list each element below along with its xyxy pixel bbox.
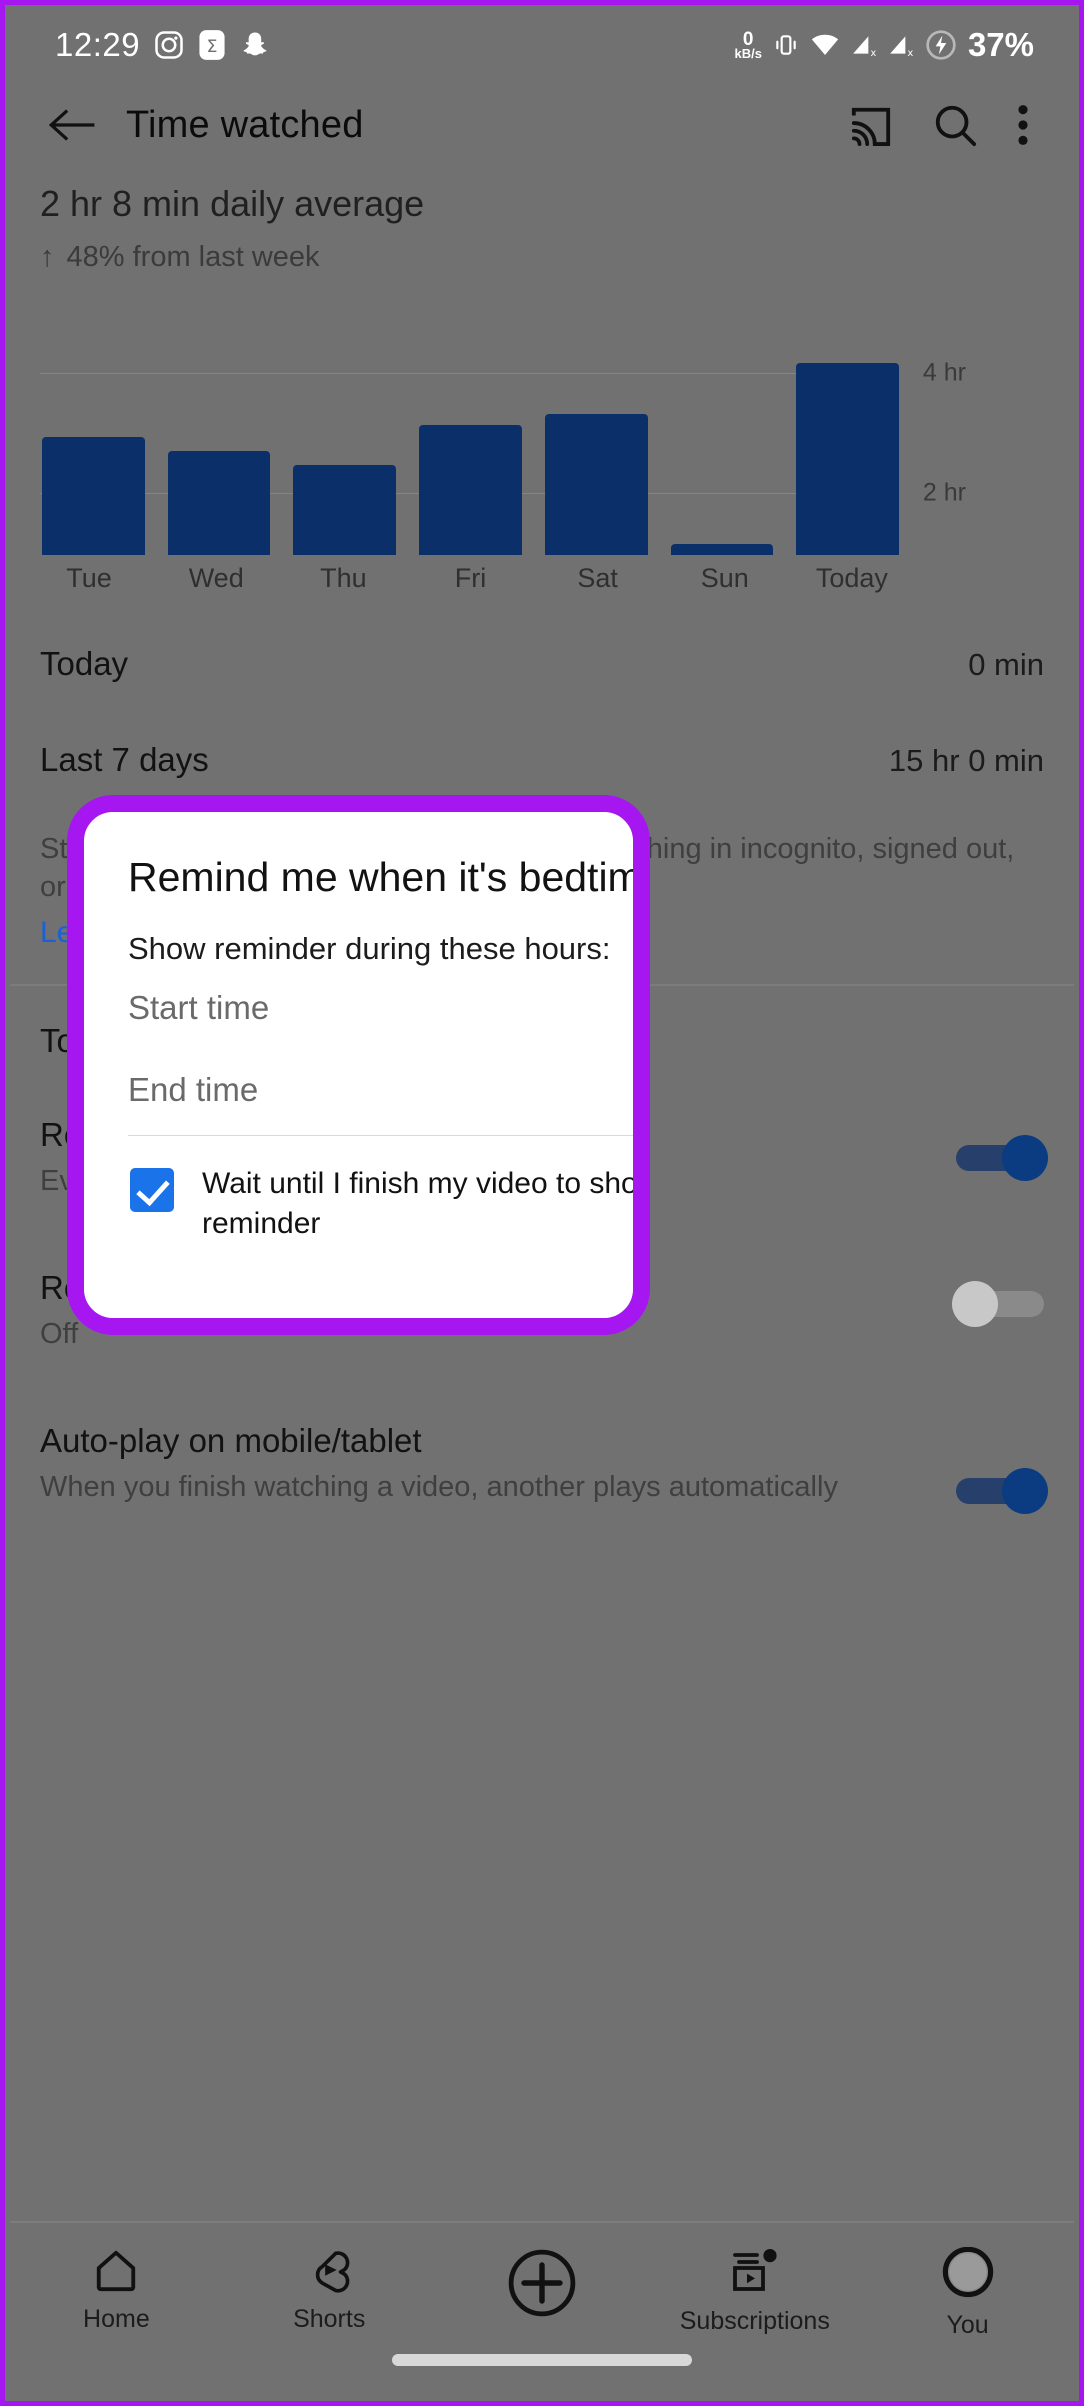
- autoplay-subtitle: When you finish watching a video, anothe…: [40, 1470, 838, 1503]
- data-rate-indicator: 0 kB/s: [734, 28, 762, 61]
- account-avatar-icon: [940, 2247, 996, 2299]
- trend-row: ↑ 48% from last week: [40, 241, 1074, 274]
- chart-bar: [293, 464, 397, 555]
- end-time-label: End time: [128, 1071, 259, 1108]
- status-bar-right: 0 kB/s x x 37%: [734, 26, 1034, 64]
- chart-x-label: Sat: [577, 563, 618, 593]
- dialog-title: Remind me when it's bedtime: [128, 854, 633, 900]
- battery-charging-icon: [925, 29, 957, 61]
- toggle-knob: [1002, 1467, 1048, 1514]
- dialog-subtitle: Show reminder during these hours:: [128, 931, 611, 966]
- chart-x-label: Today: [815, 563, 888, 593]
- start-time-row[interactable]: Start time 11:00 pm: [84, 967, 633, 1049]
- battery-percent: 37%: [967, 26, 1034, 63]
- bottom-navigation: Home Shorts Subscriptions You: [10, 2221, 1074, 2396]
- nav-item-shorts[interactable]: Shorts: [223, 2247, 436, 2334]
- status-bar-left: 12:29 Σ: [55, 26, 270, 64]
- chart-bar: [42, 436, 145, 555]
- bedtime-reminder-toggle[interactable]: [952, 1281, 1048, 1328]
- vibrate-icon: [773, 32, 799, 58]
- svg-text:x: x: [907, 48, 913, 58]
- autoplay-toggle[interactable]: [952, 1467, 1048, 1514]
- wifi-icon: [810, 32, 840, 58]
- wait-until-finish-checkbox[interactable]: [130, 1168, 174, 1212]
- more-options-icon[interactable]: [1016, 102, 1030, 148]
- today-row[interactable]: Today 0 min: [10, 617, 1074, 713]
- autoplay-title: Auto-play on mobile/tablet: [40, 1421, 422, 1459]
- home-indicator: [392, 2354, 692, 2366]
- cast-icon[interactable]: [848, 104, 894, 146]
- instagram-icon: [154, 30, 184, 60]
- chart-bar: [796, 363, 900, 555]
- page-title: Time watched: [126, 103, 364, 146]
- toggle-knob: [1002, 1135, 1048, 1182]
- wait-until-finish-row[interactable]: Wait until I finish my video to show the…: [84, 1136, 633, 1243]
- app-bar: Time watched: [10, 80, 1074, 170]
- chart-x-labels: Tue Wed Thu Fri Sat Sun Today: [37, 563, 904, 594]
- start-time-label: Start time: [128, 989, 270, 1026]
- gridlabel-4hr: 4 hr: [922, 358, 966, 387]
- subscriptions-icon: [729, 2247, 781, 2295]
- today-value: 0 min: [968, 647, 1044, 682]
- today-title: Today: [40, 645, 129, 682]
- snapchat-icon: [240, 30, 270, 60]
- bedtime-reminder-dialog-highlight: Remind me when it's bedtime Show reminde…: [67, 795, 650, 1335]
- chart-bar: [419, 425, 522, 555]
- create-plus-icon: [506, 2247, 578, 2319]
- trend-text: 48% from last week: [66, 241, 320, 273]
- wait-until-finish-label: Wait until I finish my video to show the…: [202, 1167, 633, 1240]
- nav-item-subscriptions[interactable]: Subscriptions: [648, 2247, 861, 2336]
- shorts-icon: [305, 2247, 353, 2293]
- nav-label-you: You: [946, 2311, 989, 2339]
- watch-summary: 2 hr 8 min daily average ↑ 48% from last…: [10, 183, 1074, 274]
- chart-bars: [42, 307, 900, 555]
- sigma-app-icon: Σ: [198, 29, 226, 61]
- last-7-days-value: 15 hr 0 min: [888, 743, 1044, 778]
- autoplay-row[interactable]: Auto-play on mobile/tablet When you fini…: [10, 1380, 1074, 1533]
- status-bar: 12:29 Σ 0 kB/s x x 37%: [10, 10, 1074, 80]
- nav-item-home[interactable]: Home: [10, 2247, 223, 2334]
- trend-arrow-icon: ↑: [40, 241, 55, 273]
- break-reminder-toggle[interactable]: [952, 1135, 1048, 1182]
- chart-bar: [167, 450, 271, 555]
- dialog-actions: Cancel OK: [84, 1243, 633, 1318]
- signal-no-sim-2-icon: x: [888, 32, 914, 58]
- nav-item-create[interactable]: [436, 2247, 649, 2331]
- dialog-content: Remind me when it's bedtime Show reminde…: [84, 812, 633, 1318]
- time-watched-chart: 4 hr 2 hr: [10, 305, 1074, 555]
- phone-screen: 12:29 Σ 0 kB/s x x 37% Time watched 2 hr…: [0, 0, 1084, 2406]
- chart-x-label: Tue: [66, 563, 112, 593]
- svg-text:Σ: Σ: [207, 37, 218, 57]
- svg-text:x: x: [870, 48, 876, 58]
- daily-average-text: 2 hr 8 min daily average: [40, 183, 425, 224]
- chart-x-label: Wed: [188, 563, 244, 593]
- chart-bar: [544, 414, 648, 555]
- chart-x-label: Fri: [454, 563, 487, 593]
- toggle-knob: [952, 1281, 998, 1328]
- status-clock: 12:29: [55, 26, 141, 63]
- gridlabel-2hr: 2 hr: [922, 478, 966, 507]
- bedtime-reminder-dialog: Remind me when it's bedtime Show reminde…: [84, 812, 633, 1318]
- app-bar-actions: [848, 102, 1030, 148]
- back-arrow-icon[interactable]: [46, 99, 98, 151]
- nav-item-you[interactable]: You: [861, 2247, 1074, 2340]
- chart-x-label: Sun: [700, 563, 749, 593]
- nav-label-shorts: Shorts: [293, 2305, 366, 2333]
- chart-x-label: Thu: [320, 563, 367, 593]
- end-time-row[interactable]: End time 5:00 am: [84, 1049, 633, 1131]
- nav-label-home: Home: [83, 2305, 150, 2333]
- nav-label-subscriptions: Subscriptions: [679, 2307, 830, 2335]
- signal-no-sim-1-icon: x: [851, 32, 877, 58]
- chart-bar: [670, 543, 774, 555]
- home-icon: [92, 2247, 140, 2293]
- search-icon[interactable]: [932, 102, 978, 148]
